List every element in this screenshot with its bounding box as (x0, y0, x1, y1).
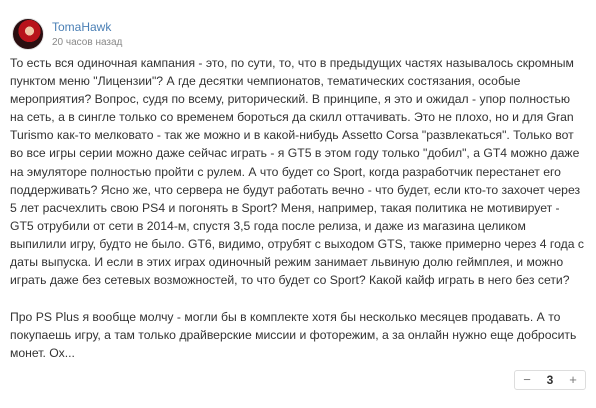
comment-timestamp: 20 часов назад (52, 37, 123, 48)
vote-up-button[interactable]: + (567, 371, 579, 389)
vote-widget: − 3 + (514, 370, 586, 390)
comment-paragraph: То есть вся одиночная кампания - это, по… (10, 56, 584, 288)
vote-down-button[interactable]: − (521, 371, 533, 389)
comment-card: TomaHawk 20 часов назад То есть вся один… (0, 0, 596, 408)
comment-body: То есть вся одиночная кампания - это, по… (10, 54, 584, 363)
comment-paragraph: Про PS Plus я вообще молчу - могли бы в … (10, 310, 577, 361)
avatar[interactable] (12, 18, 44, 50)
vote-count: 3 (546, 373, 554, 387)
comment-author[interactable]: TomaHawk (52, 20, 111, 34)
